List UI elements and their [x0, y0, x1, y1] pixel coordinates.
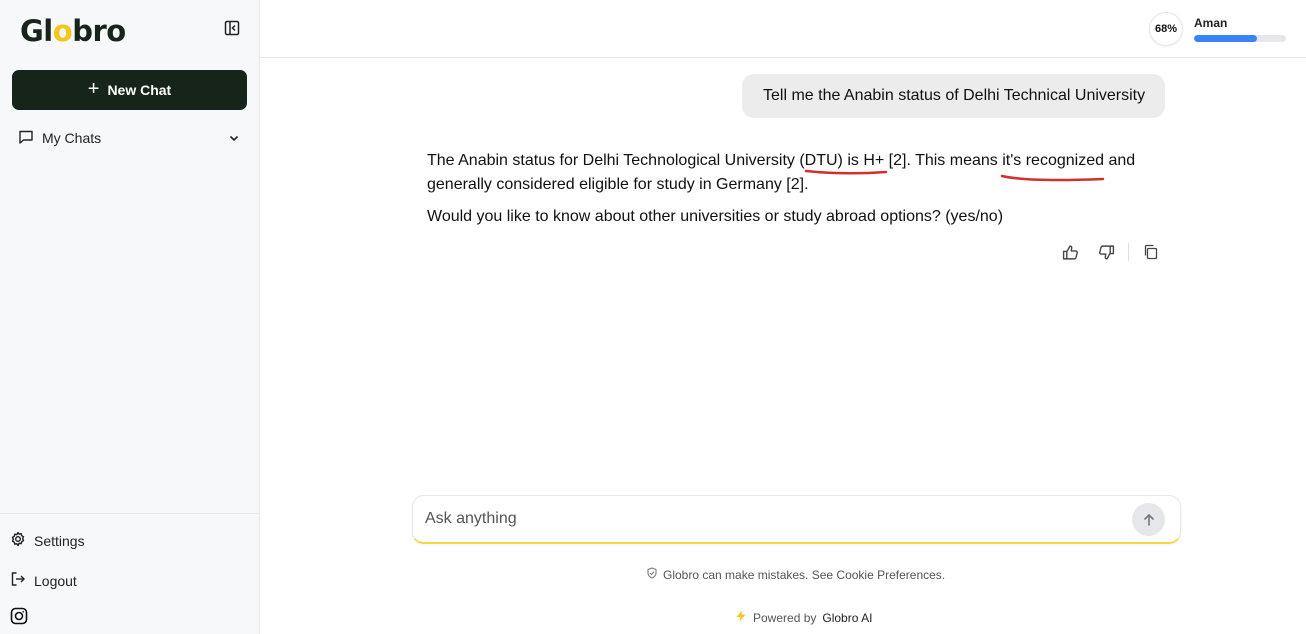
- logout-icon: [10, 571, 26, 590]
- sidebar-divider: [0, 513, 259, 514]
- answer-text-highlight-1: DTU) is H+: [804, 152, 885, 169]
- logout-button[interactable]: Logout: [10, 571, 77, 590]
- copy-icon[interactable]: [1141, 242, 1161, 262]
- answer-text-2: [2]. This means: [884, 152, 1003, 169]
- gear-icon: [10, 531, 26, 550]
- chat-composer: [412, 495, 1181, 544]
- disclaimer-message: Globro can make mistakes. See Cookie Pre…: [663, 568, 945, 582]
- chat-bubble-icon: [18, 129, 34, 148]
- usage-percent-badge: 68%: [1150, 13, 1182, 45]
- logout-label: Logout: [34, 572, 77, 589]
- logo-text-bolt: o: [52, 14, 73, 48]
- shield-icon: [646, 567, 658, 582]
- settings-button[interactable]: Settings: [10, 531, 85, 550]
- plus-icon: +: [87, 78, 100, 100]
- user-name[interactable]: Aman: [1194, 16, 1227, 30]
- sidebar-collapse-icon[interactable]: [224, 20, 242, 38]
- new-chat-button[interactable]: + New Chat: [12, 70, 247, 110]
- logo-text-end: bro: [72, 14, 126, 48]
- answer-text-1: The Anabin status for Delhi Technologica…: [427, 152, 805, 169]
- disclaimer: Globro can make mistakes. See Cookie Pre…: [646, 567, 945, 582]
- assistant-message: The Anabin status for Delhi Technologica…: [427, 149, 1157, 237]
- cookie-preferences-link[interactable]: Cookie Preferences: [836, 568, 941, 582]
- logo-text-start: Gl: [20, 14, 53, 48]
- usage-progress-fill: [1194, 35, 1257, 42]
- new-chat-label: New Chat: [107, 82, 172, 98]
- powered-by: Powered by Globro AI: [735, 610, 872, 625]
- disclaimer-text: Globro can make mistakes. See: [663, 567, 837, 582]
- thumbs-up-icon[interactable]: [1060, 242, 1080, 262]
- sidebar: Globro + New Chat My Chats Settings Logo…: [0, 0, 260, 634]
- send-button[interactable]: [1132, 503, 1165, 536]
- user-message-text: Tell me the Anabin status of Delhi Techn…: [763, 87, 1146, 104]
- chat-input[interactable]: [425, 506, 1115, 532]
- chevron-down-icon[interactable]: [228, 131, 240, 147]
- answer-paragraph-2: Would you like to know about other unive…: [427, 208, 1004, 225]
- usage-progress-bar: [1194, 35, 1286, 42]
- settings-label: Settings: [34, 532, 85, 549]
- answer-paragraph-1: The Anabin status for Delhi Technologica…: [427, 149, 1157, 197]
- globro-logo[interactable]: Globro: [20, 14, 126, 48]
- thumbs-down-icon[interactable]: [1096, 242, 1116, 262]
- powered-by-text: Powered by: [753, 610, 817, 625]
- powered-by-brand: Globro AI: [822, 610, 873, 625]
- my-chats-label: My Chats: [42, 130, 102, 146]
- lightning-icon: [735, 610, 747, 625]
- message-actions: [1060, 242, 1161, 262]
- answer-text-highlight-2: it's recognized: [1002, 152, 1104, 169]
- action-divider: [1128, 243, 1129, 261]
- my-chats-toggle[interactable]: My Chats: [18, 127, 244, 149]
- instagram-icon[interactable]: [10, 607, 28, 630]
- user-message-bubble: Tell me the Anabin status of Delhi Techn…: [742, 74, 1165, 118]
- disclaimer-end: .: [941, 567, 946, 582]
- top-header: 68% Aman: [260, 0, 1306, 58]
